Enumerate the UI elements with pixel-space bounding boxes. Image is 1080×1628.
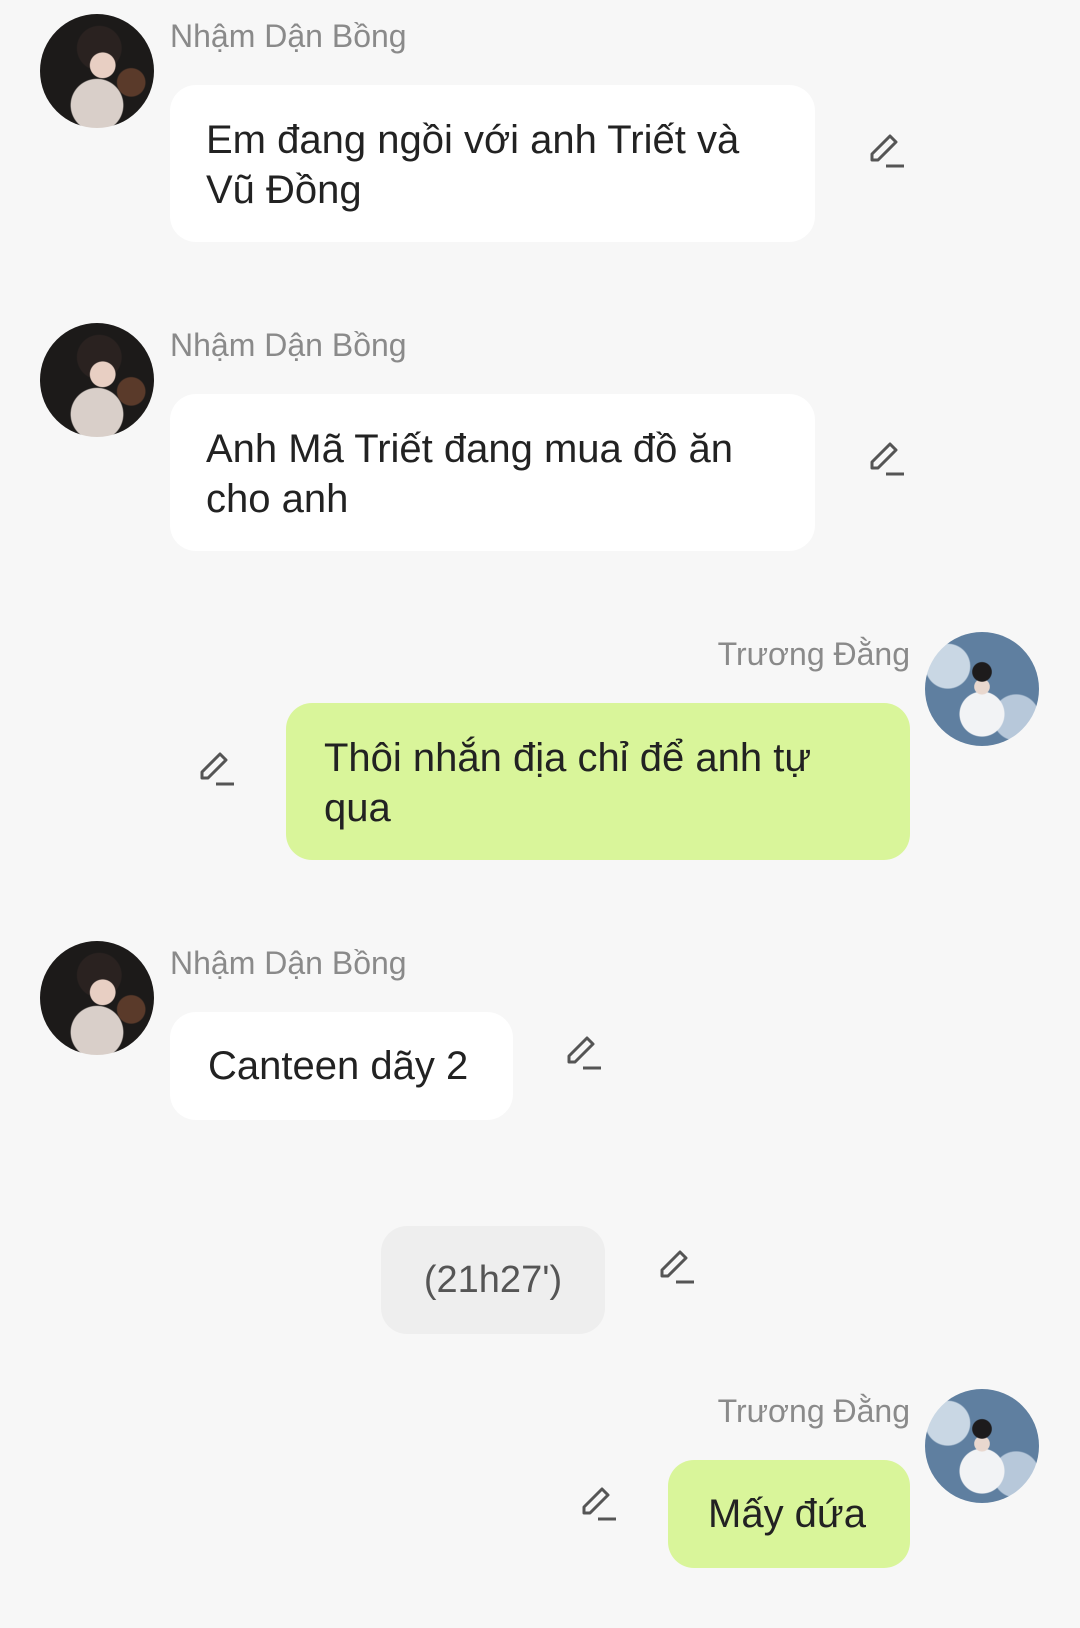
sender-name: Trương Đằng — [717, 1393, 910, 1429]
avatar-nham-dan-bong[interactable] — [40, 323, 154, 437]
avatar-truong-dang[interactable] — [925, 632, 1039, 746]
sender-name: Nhậm Dận Bồng — [170, 945, 407, 981]
sender-name: Nhậm Dận Bồng — [170, 327, 407, 363]
pencil-icon[interactable] — [563, 1032, 603, 1072]
message-bubble[interactable]: Thôi nhắn địa chỉ để anh tự qua — [286, 703, 910, 860]
pencil-icon[interactable] — [578, 1483, 618, 1523]
message-text: Mấy đứa — [708, 1492, 866, 1536]
message-text: Em đang ngồi với anh Triết và Vũ Đồng — [206, 118, 740, 212]
message-text: Canteen dãy 2 — [208, 1044, 469, 1088]
pencil-icon[interactable] — [196, 748, 236, 788]
message-text: Anh Mã Triết đang mua đồ ăn cho anh — [206, 427, 733, 521]
sender-name: Nhậm Dận Bồng — [170, 18, 407, 54]
pencil-icon[interactable] — [656, 1246, 696, 1286]
avatar-nham-dan-bong[interactable] — [40, 14, 154, 128]
pencil-icon[interactable] — [866, 130, 906, 170]
timestamp-bubble[interactable]: (21h27') — [381, 1226, 605, 1334]
avatar-truong-dang[interactable] — [925, 1389, 1039, 1503]
message-bubble[interactable]: Canteen dãy 2 — [170, 1012, 513, 1120]
message-bubble[interactable]: Em đang ngồi với anh Triết và Vũ Đồng — [170, 85, 815, 242]
message-bubble[interactable]: Anh Mã Triết đang mua đồ ăn cho anh — [170, 394, 815, 551]
message-text: Thôi nhắn địa chỉ để anh tự qua — [324, 736, 812, 830]
pencil-icon[interactable] — [866, 438, 906, 478]
timestamp-text: (21h27') — [423, 1259, 563, 1301]
message-bubble[interactable]: Mấy đứa — [668, 1460, 910, 1568]
avatar-nham-dan-bong[interactable] — [40, 941, 154, 1055]
sender-name: Trương Đằng — [717, 636, 910, 672]
